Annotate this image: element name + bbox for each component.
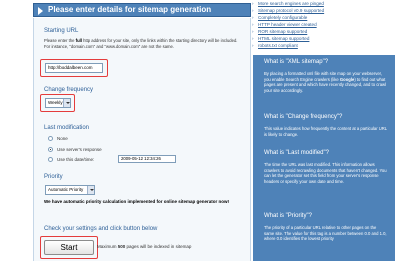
panel-header: Please enter details for sitemap generat…: [33, 3, 251, 17]
radio-server-response[interactable]: [48, 147, 53, 152]
sitemap-form-panel: Please enter details for sitemap generat…: [0, 0, 253, 261]
sidebar-link[interactable]: HTTP header viewer created: [258, 22, 317, 27]
starting-url-description: Please enter the full http address for y…: [44, 38, 238, 49]
last-modification-title: Last modification: [44, 125, 90, 131]
info-text-xml-sitemap: By placing a formatted xml file with sit…: [264, 71, 386, 93]
info-title-priority: What is "Priority"?: [264, 213, 312, 219]
lastmod-date-input[interactable]: 2009-05-12 12:34:26: [118, 155, 176, 163]
chevron-right-icon: ›: [252, 43, 254, 48]
chevron-right-icon: ›: [252, 8, 254, 13]
chevron-right-icon: ›: [252, 15, 254, 20]
info-text-change-frequency: This value indicates how frequently the …: [264, 126, 387, 137]
priority-select[interactable]: Automatic Priority: [45, 185, 95, 195]
faq-info-box: What is "XML sitemap"? By placing a form…: [253, 55, 395, 261]
start-highlight-box: [40, 236, 98, 259]
sidebar-link[interactable]: More search engines are pinged: [258, 1, 324, 6]
lastmod-option-none[interactable]: None: [48, 136, 68, 141]
sidebar-link[interactable]: HTML sitemap supported: [258, 36, 309, 41]
info-text-priority: The priority of a particular URL relativ…: [264, 225, 387, 242]
priority-note: We have automatic priority calculation i…: [44, 199, 229, 204]
sidebar-link[interactable]: Completely configurable: [258, 15, 307, 20]
change-frequency-title: Change frequency: [44, 87, 94, 93]
starting-url-title: Starting URL: [44, 28, 79, 34]
info-text-last-modified: The time the URL was last modified. This…: [264, 162, 387, 184]
info-title-change-frequency: What is "Change frequency"?: [264, 114, 343, 120]
start-section-title: Check your settings and click button bel…: [44, 226, 158, 232]
arrow-right-icon: [38, 7, 43, 15]
start-note: Maximum 500 pages will be indexed in sit…: [97, 244, 192, 249]
lastmod-option-custom[interactable]: Use this date/time:: [48, 157, 94, 162]
chevron-right-icon: ›: [252, 22, 254, 27]
radio-none[interactable]: [48, 136, 53, 141]
chevron-down-icon: [87, 186, 94, 194]
priority-title: Priority: [44, 174, 63, 180]
chevron-right-icon: ›: [252, 29, 254, 34]
sidebar-link[interactable]: robots.txt compliant: [258, 43, 298, 48]
url-highlight-box: [40, 59, 108, 77]
sidebar-link[interactable]: ROR sitemap supported: [258, 29, 307, 34]
panel-title: Please enter details for sitemap generat…: [48, 5, 212, 14]
radio-custom-date[interactable]: [48, 157, 53, 162]
lastmod-option-server[interactable]: Use server's response: [48, 147, 102, 152]
info-title-xml-sitemap: What is "XML sitemap"?: [264, 59, 329, 65]
frequency-highlight-box: [40, 94, 75, 112]
info-title-last-modified: What is "Last modified"?: [264, 150, 329, 156]
chevron-right-icon: ›: [252, 1, 254, 6]
chevron-right-icon: ›: [252, 36, 254, 41]
priority-value: Automatic Priority: [48, 187, 84, 192]
sidebar-link[interactable]: Sitemap protocol v0.9 supported: [258, 8, 324, 13]
